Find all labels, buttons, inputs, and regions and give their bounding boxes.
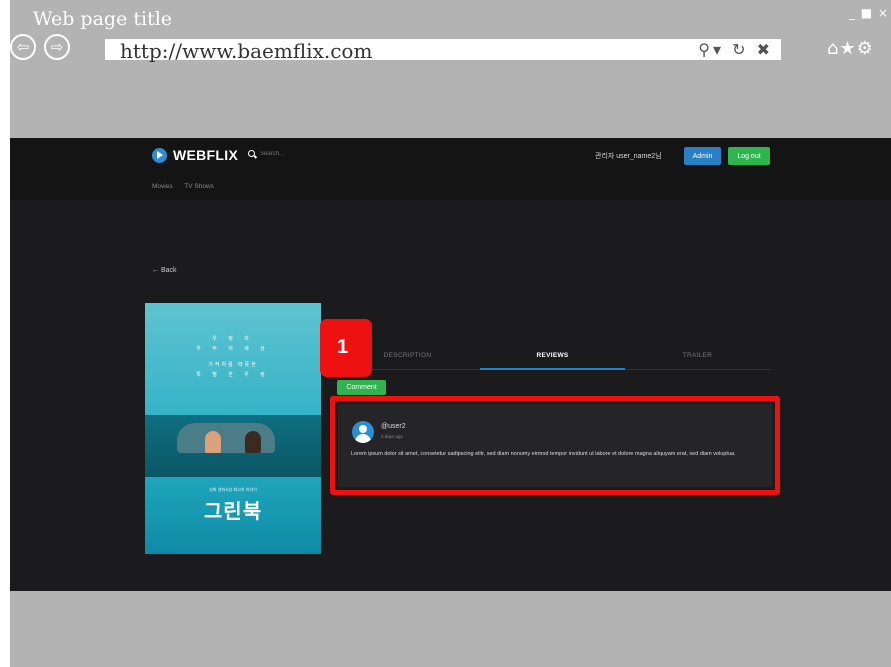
url-actions-icon[interactable]: ⚲▾ ↻ ✖ [698, 39, 773, 61]
site-nav: Movies TV Shows [152, 183, 224, 190]
logo-text: WEBFLIX [173, 147, 239, 163]
admin-button[interactable]: Admin [684, 147, 721, 165]
comment-button[interactable]: Comment [337, 380, 386, 395]
logout-button[interactable]: Log out [728, 147, 770, 165]
site-logo[interactable]: WEBFLIX [152, 147, 238, 163]
tab-reviews[interactable]: REVIEWS [480, 350, 625, 370]
address-bar[interactable]: http://www.baemflix.com ⚲▾ ↻ ✖ [105, 39, 781, 63]
home-star-gear-icon[interactable]: ⌂★⚙ [827, 38, 874, 59]
url-text: http://www.baemflix.com [120, 39, 373, 63]
search-bar[interactable] [248, 150, 340, 157]
page-title: Web page title [33, 8, 173, 30]
annotation-badge: 1 [320, 319, 372, 377]
back-link[interactable]: ← Back [152, 267, 177, 274]
back-arrow-icon[interactable]: ⇦ [10, 34, 36, 60]
poster-tagline: 우 주 의 세 상 [196, 346, 270, 352]
play-icon [152, 147, 167, 163]
nav-item-movies[interactable]: Movies [152, 183, 173, 190]
poster-car [145, 415, 321, 477]
forward-arrow-icon[interactable]: ⇨ [44, 34, 70, 60]
tab-trailer[interactable]: TRAILER [625, 350, 770, 370]
detail-tabs: DESCRIPTION REVIEWS TRAILER [335, 350, 771, 370]
poster-tagline: 기적처럼 따뜻한 [208, 362, 258, 368]
review-highlight-box [330, 396, 780, 495]
poster-subtitle: 실화 영화사상 최고의 이야기 [209, 487, 257, 492]
window-controls-icon[interactable]: _ ■ × [849, 6, 889, 20]
nav-item-tv-shows[interactable]: TV Shows [184, 183, 214, 190]
poster-tagline: 우 정 의 [212, 336, 254, 342]
user-greeting: 관리자 user_name2님 [595, 153, 662, 160]
movie-poster: 우 정 의 우 주 의 세 상 기적처럼 따뜻한 특 별 한 우 정 실화 영화… [145, 303, 321, 554]
search-input[interactable] [260, 150, 340, 157]
poster-tagline: 특 별 한 우 정 [196, 372, 270, 378]
search-icon [248, 150, 255, 157]
title-bar: Web page title _ ■ × [10, 0, 891, 34]
poster-title: 그린북 [203, 499, 263, 523]
